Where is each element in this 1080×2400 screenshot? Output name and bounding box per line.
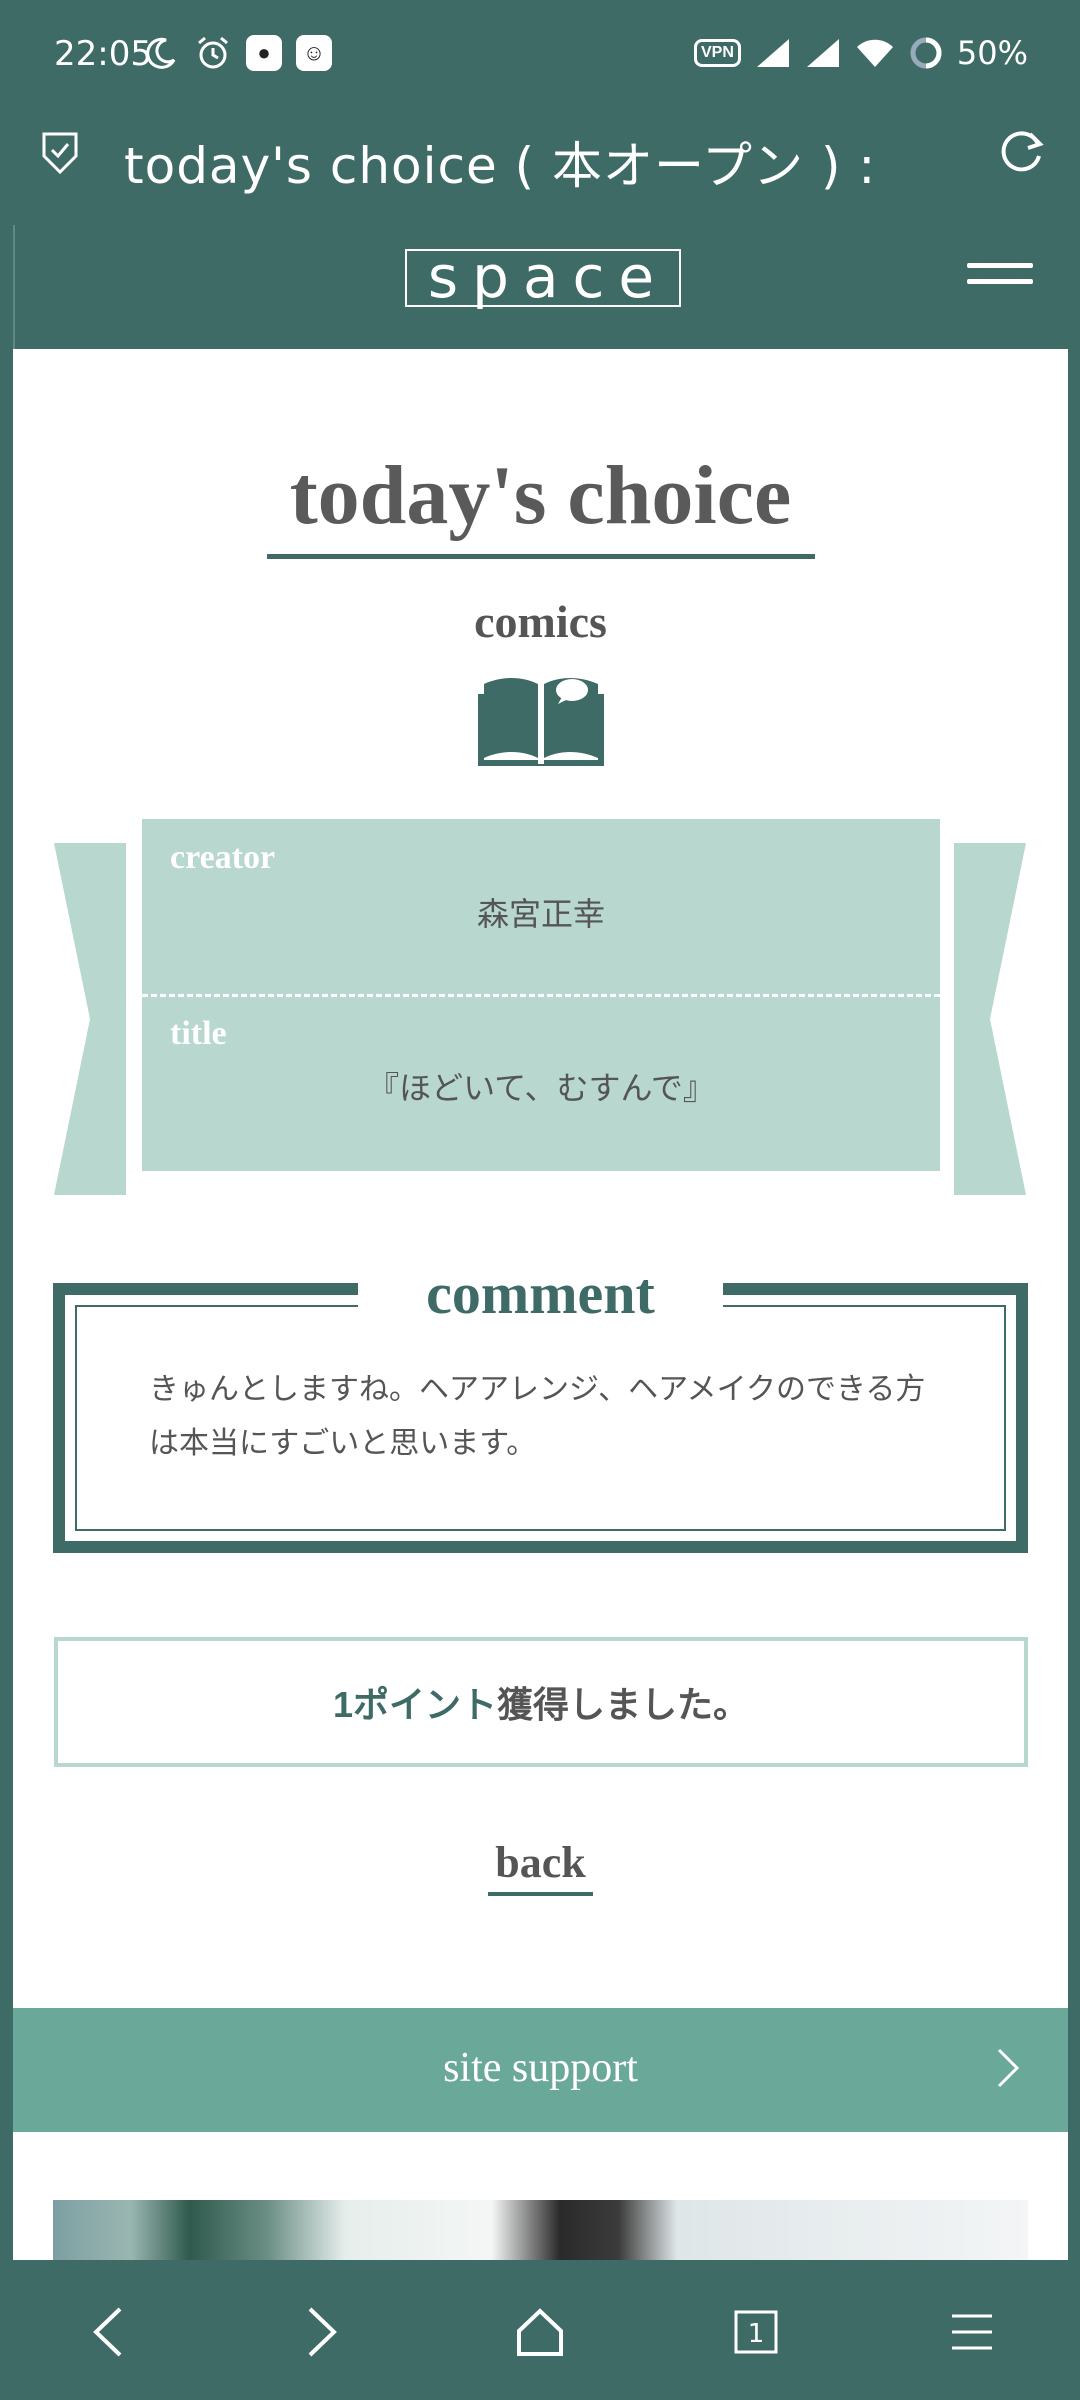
moon-icon — [142, 34, 180, 72]
site-header: space — [13, 225, 1068, 349]
status-bar: 22:05 ● ☺ VPN 50% — [0, 0, 1080, 110]
alarm-icon — [194, 34, 232, 72]
ribbon-divider — [142, 994, 940, 997]
page-title: today's choice — [289, 449, 792, 542]
reload-icon[interactable] — [994, 124, 1048, 178]
comment-heading: comment — [426, 1261, 655, 1326]
app-icon: ☺ — [296, 35, 332, 71]
title-label: title — [170, 1015, 227, 1052]
points-notice: 1ポイント 獲得しました。 — [54, 1637, 1028, 1767]
back-underline — [488, 1892, 593, 1896]
battery-icon — [910, 37, 942, 69]
tabs-icon[interactable]: 1 — [716, 2292, 796, 2372]
info-ribbon: creator 森宮正幸 title 『ほどいて、むすんで』 — [142, 819, 940, 1171]
points-accent: 1ポイント — [332, 1684, 497, 1725]
signal-icon — [756, 39, 789, 67]
title-value: 『ほどいて、むすんで』 — [367, 1070, 715, 1106]
site-support-bar[interactable]: site support — [13, 2008, 1068, 2132]
site-support-label: site support — [443, 2045, 638, 2091]
browser-bottom-nav: 1 — [0, 2262, 1080, 2400]
signal-icon — [806, 39, 839, 67]
web-page: space today's choice comics creator 森宮正幸… — [13, 225, 1068, 2260]
category-label: comics — [474, 596, 607, 647]
back-arrow-icon[interactable] — [68, 2292, 148, 2372]
tab-title[interactable]: today's choice ( 本オープン ) : — [124, 126, 876, 198]
ribbon-tail-right — [954, 843, 1026, 1195]
creator-label: creator — [170, 839, 276, 876]
qq-app-icon: ● — [246, 35, 282, 71]
home-icon[interactable] — [500, 2292, 580, 2372]
status-icons-right: VPN 50% — [693, 34, 1028, 72]
hamburger-menu-icon[interactable] — [967, 263, 1033, 293]
vpn-icon: VPN — [693, 39, 741, 67]
wifi-icon — [856, 39, 893, 67]
open-book-icon — [478, 678, 604, 766]
status-icons-left: ● ☺ — [142, 34, 332, 72]
menu-icon[interactable] — [932, 2292, 1012, 2372]
status-time: 22:05 — [54, 34, 152, 74]
comment-text: きゅんとしますね。ヘアアレンジ、ヘアメイクのできる方は本当にすごいと思います。 — [149, 1373, 926, 1460]
site-logo[interactable]: space — [405, 248, 681, 307]
tab-count: 1 — [748, 2319, 765, 2349]
back-link[interactable]: back — [13, 1837, 1068, 1888]
battery-percent: 50% — [956, 34, 1028, 72]
title-underline — [267, 554, 815, 559]
banner-photo[interactable] — [53, 2200, 1028, 2260]
url-fade — [900, 120, 990, 200]
points-rest: 獲得しました。 — [497, 1684, 750, 1725]
shield-check-icon[interactable] — [40, 130, 80, 176]
chevron-right-icon — [997, 2048, 1020, 2088]
creator-value: 森宮正幸 — [476, 896, 605, 932]
ribbon-tail-left — [54, 843, 126, 1195]
browser-url-bar[interactable]: today's choice ( 本オープン ) : — [0, 110, 1080, 210]
forward-arrow-icon[interactable] — [282, 2292, 362, 2372]
